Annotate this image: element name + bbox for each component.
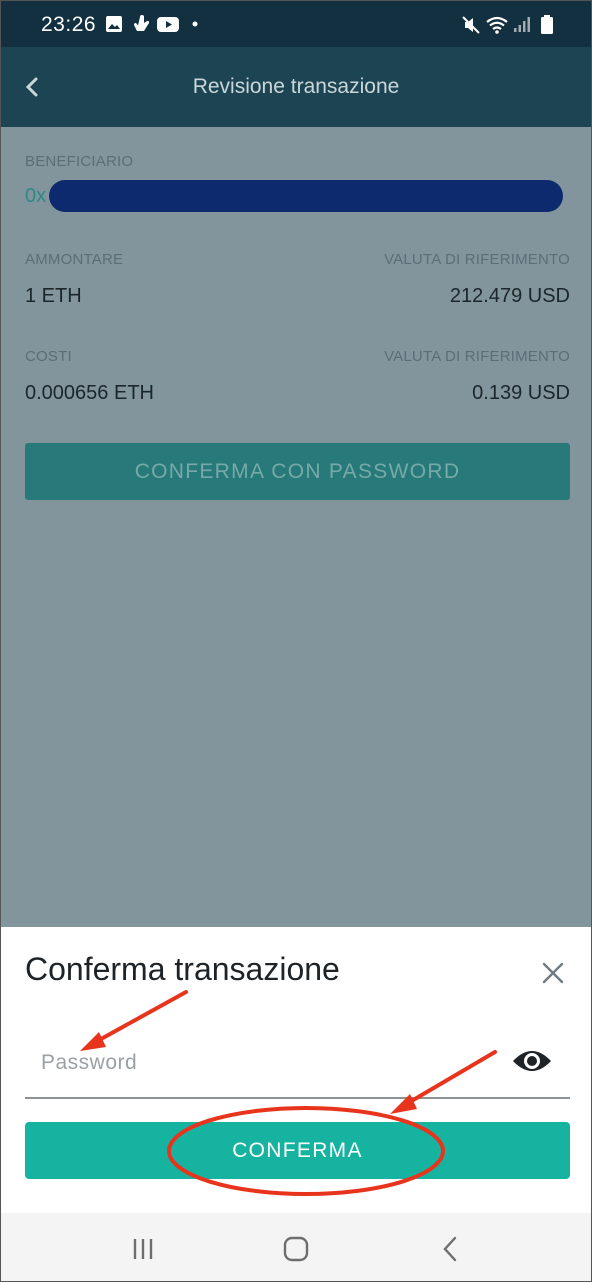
password-underline (25, 1097, 570, 1099)
home-icon[interactable] (280, 1233, 312, 1265)
costs-ref-label: VALUTA DI RIFERIMENTO (384, 348, 570, 365)
signal-icon (514, 17, 530, 32)
amount-ref-value: 212.479 USD (449, 285, 570, 307)
status-time: 23:26 (41, 13, 97, 36)
gallery-icon (106, 16, 122, 32)
app-header: Revisione transazione (1, 47, 591, 127)
costs-label: COSTI (25, 348, 72, 365)
beneficiary-label: BENEFICIARIO (25, 153, 134, 170)
recent-apps-icon[interactable] (127, 1233, 159, 1265)
transaction-review: BENEFICIARIO 0x AMMONTARE VALUTA DI RIFE… (1, 127, 591, 927)
system-nav-bar (1, 1213, 591, 1281)
page-title: Revisione transazione (192, 75, 400, 98)
beneficiary-redacted (49, 180, 563, 212)
eye-icon[interactable] (512, 1044, 552, 1078)
phone-screen: 23:26 Revisione transazione BENEFICIARIO… (0, 0, 592, 1282)
youtube-icon (157, 17, 179, 32)
amount-value: 1 ETH (25, 285, 82, 307)
amount-ref-label: VALUTA DI RIFERIMENTO (384, 251, 570, 268)
password-field[interactable] (25, 1045, 521, 1081)
costs-value: 0.000656 ETH (25, 382, 154, 404)
sheet-title: Conferma transazione (25, 951, 340, 987)
confirm-sheet: Conferma transazione CONFERMA (1, 927, 591, 1213)
close-icon[interactable] (541, 961, 565, 985)
wifi-icon (486, 16, 508, 34)
status-bar: 23:26 (1, 1, 591, 47)
hand-icon (133, 15, 150, 31)
mute-icon (462, 16, 480, 34)
confirm-button[interactable]: CONFERMA (25, 1122, 570, 1179)
beneficiary-prefix: 0x (25, 185, 47, 207)
back-icon[interactable] (435, 1233, 467, 1265)
costs-ref-value: 0.139 USD (472, 382, 570, 404)
dot-icon (192, 21, 198, 27)
amount-label: AMMONTARE (25, 251, 124, 268)
battery-icon (541, 15, 553, 34)
confirm-with-password-button[interactable]: CONFERMA CON PASSWORD (25, 443, 570, 500)
